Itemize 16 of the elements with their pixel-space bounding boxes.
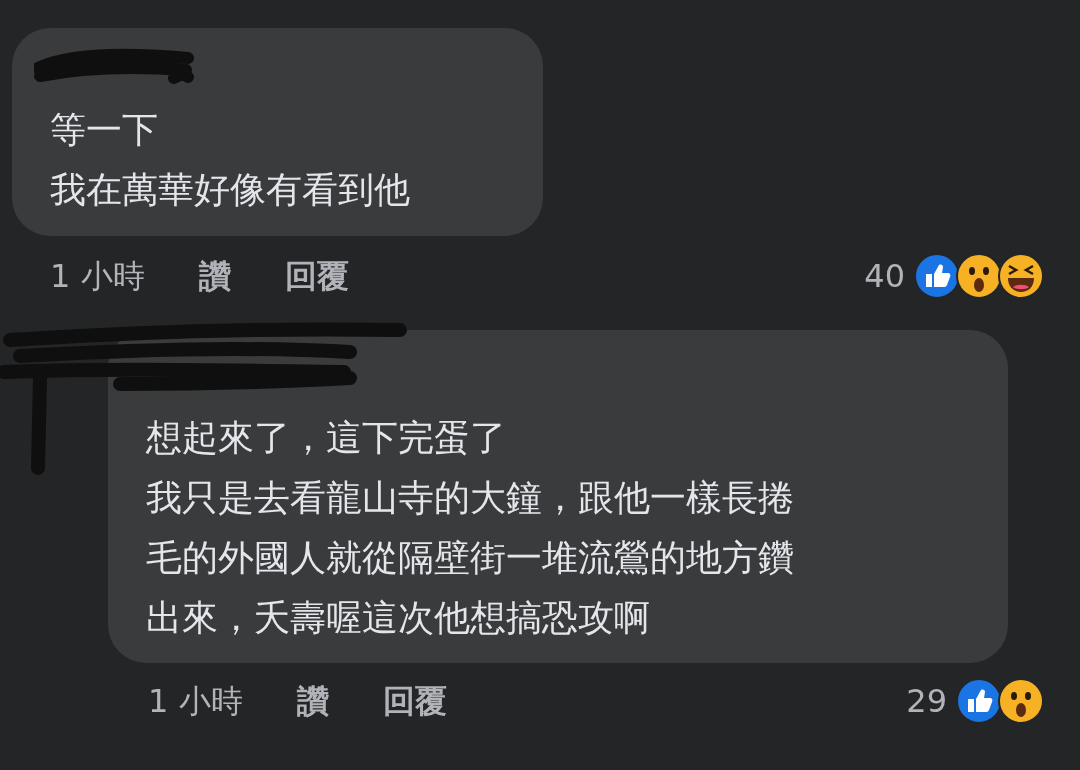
surprised-face-icon <box>997 677 1045 725</box>
timestamp: 1 小時 <box>50 256 145 297</box>
comment-text: 毛的外國人就從隔壁街一堆流鶯的地方鑽 <box>146 536 795 580</box>
action-link[interactable]: 讚 <box>296 677 329 725</box>
comment-text: 想起來了，這下完蛋了 <box>146 416 507 460</box>
action-link[interactable]: 回覆 <box>382 677 447 725</box>
reaction-count: 40 <box>864 256 905 297</box>
action-link[interactable]: 讚 <box>198 252 231 300</box>
reaction-count: 29 <box>906 681 947 722</box>
action-link[interactable]: 回覆 <box>284 252 349 300</box>
comment-text: 出來，夭壽喔這次他想搞恐攻啊 <box>146 596 651 640</box>
comment-text: 我只是去看龍山寺的大鐘，跟他一樣長捲 <box>146 476 795 520</box>
comment-text: 等一下 <box>50 108 159 152</box>
timestamp: 1 小時 <box>148 681 243 722</box>
laughing-face-icon <box>997 252 1045 300</box>
comment-text: 我在萬華好像有看到他 <box>50 168 411 212</box>
